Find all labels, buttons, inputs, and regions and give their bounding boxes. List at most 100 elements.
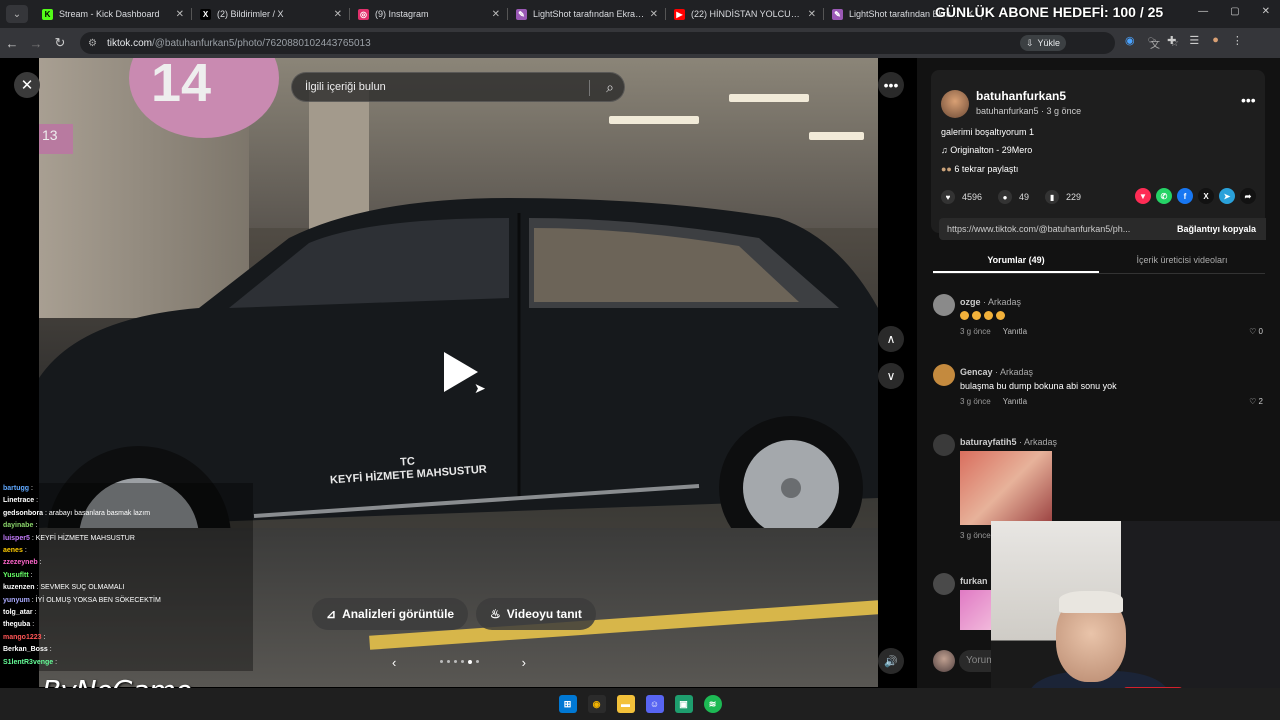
comment-like-button[interactable]: ♡ 0: [1249, 327, 1263, 336]
back-icon[interactable]: ←: [0, 36, 24, 51]
comment-image[interactable]: [960, 451, 1052, 525]
browser-tab[interactable]: ▶ (22) HİNDİSTAN YOLCULUĞU V ✕: [666, 0, 824, 28]
minimize-icon[interactable]: —: [1198, 6, 1208, 17]
browser-tab[interactable]: K Stream - Kick Dashboard ✕: [34, 0, 192, 28]
forward-icon[interactable]: →: [24, 36, 48, 51]
comment-text: bulaşma bu dump bokuna abi sonu yok: [960, 381, 1117, 391]
extension-icon-2[interactable]: ◌: [1148, 34, 1155, 47]
previous-post-chevron-icon[interactable]: ∧: [878, 326, 904, 352]
close-window-icon[interactable]: ✕: [1262, 6, 1270, 17]
tab-close-icon[interactable]: ✕: [650, 9, 658, 20]
telegram-icon[interactable]: ➤: [1219, 188, 1235, 204]
commenter-name[interactable]: baturayfatih5 · Arkadaş: [960, 437, 1057, 447]
commenter-name[interactable]: furkan ·: [960, 576, 993, 586]
pager-dot[interactable]: [453, 660, 457, 663]
play-icon[interactable]: [444, 352, 478, 392]
search-icon[interactable]: ⌕: [606, 79, 614, 96]
browser-tab[interactable]: ◎ (9) Instagram ✕: [350, 0, 508, 28]
pager-dot-active[interactable]: [467, 660, 472, 664]
discord-icon[interactable]: ☺: [645, 695, 664, 713]
file-explorer-icon[interactable]: ▬: [616, 695, 635, 713]
post-more-icon[interactable]: •••: [1241, 92, 1256, 108]
spotify-icon[interactable]: ≋: [703, 695, 722, 713]
commenter-name[interactable]: Gencay · Arkadaş: [960, 367, 1033, 377]
more-options-icon[interactable]: •••: [878, 72, 904, 98]
next-post-chevron-icon[interactable]: ∨: [878, 363, 904, 389]
commenter-avatar[interactable]: [933, 294, 955, 316]
chat-username[interactable]: luisper5: [3, 535, 30, 542]
close-viewer-button[interactable]: ✕: [14, 72, 40, 98]
tab-close-icon[interactable]: ✕: [176, 9, 184, 20]
tab-creator-videos[interactable]: İçerik üreticisi videoları: [1099, 250, 1265, 273]
tab-close-icon[interactable]: ✕: [334, 9, 342, 20]
site-info-icon[interactable]: ⚙: [88, 38, 97, 49]
reading-list-icon[interactable]: ☰: [1189, 34, 1199, 47]
extensions-puzzle-icon[interactable]: ✚: [1167, 34, 1176, 47]
comment-like-button[interactable]: ♡ 2: [1249, 397, 1263, 406]
commenter-avatar[interactable]: [933, 573, 955, 595]
tab-close-icon[interactable]: ✕: [492, 9, 500, 20]
chrome-icon[interactable]: ◉: [587, 695, 606, 713]
reload-icon[interactable]: ↻: [48, 35, 72, 51]
commenter-username[interactable]: ozge: [960, 297, 981, 307]
pager-dot[interactable]: [439, 660, 443, 663]
commenter-avatar[interactable]: [933, 364, 955, 386]
profile-avatar-icon[interactable]: ●: [1212, 34, 1219, 47]
commenter-username[interactable]: Gencay: [960, 367, 993, 377]
start-menu-icon[interactable]: ⊞: [558, 695, 577, 713]
post-link-url[interactable]: https://www.tiktok.com/@batuhanfurkan5/p…: [939, 224, 1167, 234]
prev-photo-icon[interactable]: ‹: [392, 655, 396, 670]
comment-button[interactable]: ● 49: [998, 190, 1029, 204]
tab-comments[interactable]: Yorumlar (49): [933, 250, 1099, 273]
like-button[interactable]: ♥ 4596: [941, 190, 982, 204]
chat-username[interactable]: dayinabe: [3, 522, 33, 529]
facebook-icon[interactable]: f: [1177, 188, 1193, 204]
reply-button[interactable]: Yanıtla: [1003, 327, 1027, 336]
chat-username[interactable]: bartugg: [3, 485, 29, 492]
tiktok-share-icon[interactable]: ▼: [1135, 188, 1151, 204]
volume-icon[interactable]: 🔊: [878, 648, 904, 674]
app-icon[interactable]: ▣: [674, 695, 693, 713]
author-avatar[interactable]: [941, 90, 969, 118]
next-photo-icon[interactable]: ›: [522, 655, 526, 670]
browser-menu-icon[interactable]: ⋮: [1232, 34, 1243, 47]
url-field[interactable]: ⚙ tiktok.com/@batuhanfurkan5/photo/76208…: [80, 32, 1179, 54]
extension-icon-1[interactable]: ◉: [1125, 34, 1135, 47]
copy-link-button[interactable]: Bağlantıyı kopyala: [1166, 218, 1266, 240]
install-app-button[interactable]: ⇩ Yükle: [1020, 35, 1067, 51]
tab-close-icon[interactable]: ✕: [808, 9, 816, 20]
chat-username[interactable]: tolg_atar: [3, 609, 33, 616]
chat-username[interactable]: Linetrace: [3, 497, 34, 504]
pager-dot[interactable]: [460, 660, 464, 663]
chat-username[interactable]: gedsonbora: [3, 510, 43, 517]
chat-username[interactable]: Yusufltt: [3, 572, 29, 579]
chat-username[interactable]: zzezeyneb: [3, 559, 38, 566]
chat-username[interactable]: aenes: [3, 547, 23, 554]
browser-tab[interactable]: ✎ LightShot tarafından Ekran Gör ✕: [508, 0, 666, 28]
chat-username[interactable]: mango1223: [3, 634, 42, 641]
whatsapp-icon[interactable]: ✆: [1156, 188, 1172, 204]
promote-video-button[interactable]: ♨ Videoyu tanıt: [476, 598, 596, 630]
chat-username[interactable]: Berkan_Boss: [3, 646, 48, 653]
related-search-input[interactable]: İlgili içeriği bulun ⌕: [291, 72, 625, 102]
author-username[interactable]: batuhanfurkan5: [976, 89, 1066, 103]
commenter-avatar[interactable]: [933, 434, 955, 456]
chat-username[interactable]: kuzenzen: [3, 584, 35, 591]
post-music[interactable]: ♫ Originalton - 29Mero: [941, 145, 1032, 155]
pager-dot[interactable]: [475, 660, 479, 663]
commenter-username[interactable]: furkan: [960, 576, 988, 586]
chat-username[interactable]: S1lentR3venge: [3, 659, 53, 666]
pager-dot[interactable]: [446, 660, 450, 663]
commenter-username[interactable]: baturayfatih5: [960, 437, 1017, 447]
share-arrow-icon[interactable]: ➦: [1240, 188, 1256, 204]
reply-button[interactable]: Yanıtla: [1003, 397, 1027, 406]
save-button[interactable]: ▮ 229: [1045, 190, 1081, 204]
view-analytics-button[interactable]: ⊿ Analizleri görüntüle: [312, 598, 469, 630]
chat-username[interactable]: yunyum: [3, 597, 30, 604]
maximize-icon[interactable]: ▢: [1230, 6, 1239, 17]
x-share-icon[interactable]: X: [1198, 188, 1214, 204]
tab-search-icon[interactable]: ⌄: [6, 5, 28, 23]
chat-username[interactable]: theguba: [3, 621, 30, 628]
commenter-name[interactable]: ozge · Arkadaş: [960, 297, 1021, 307]
browser-tab[interactable]: X (2) Bildirimler / X ✕: [192, 0, 350, 28]
